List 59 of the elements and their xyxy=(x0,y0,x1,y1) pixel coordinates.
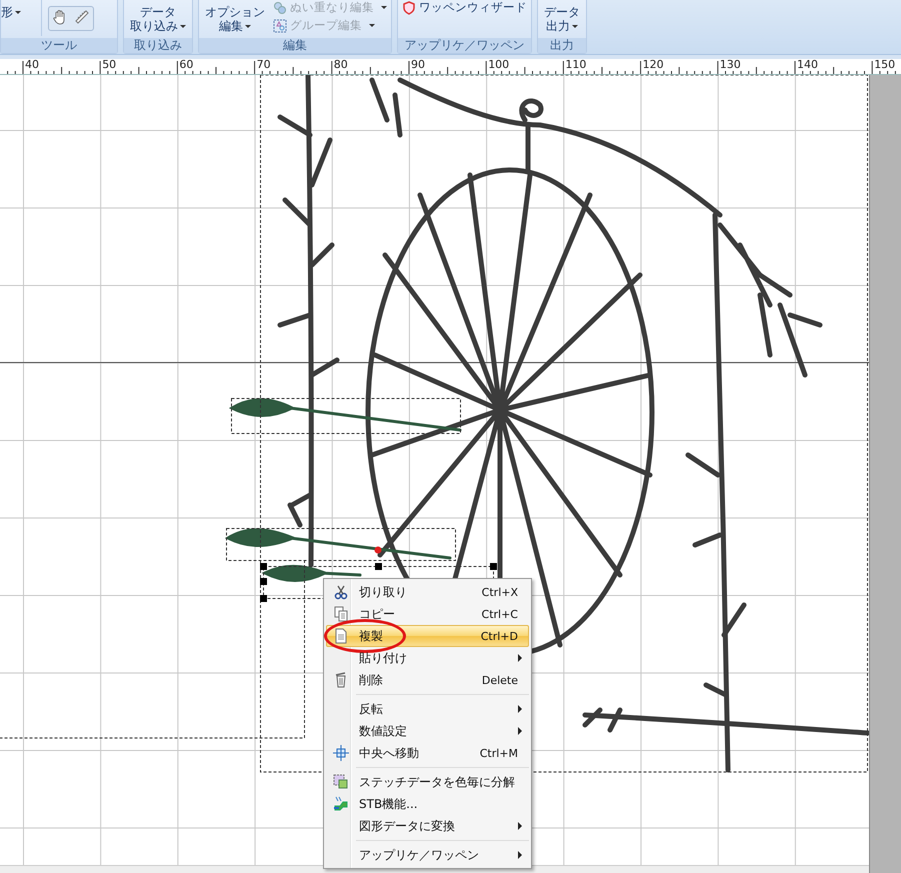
ruler-label: 50 xyxy=(102,59,116,71)
document-icon xyxy=(333,628,349,644)
center-icon xyxy=(333,745,349,761)
ribbon-button[interactable]: ワッペンウィザード xyxy=(402,0,527,15)
menu-item[interactable]: 貼り付け xyxy=(326,647,529,669)
submenu-arrow-icon xyxy=(518,654,522,662)
ruler-label: 130 xyxy=(720,59,741,71)
menu-item[interactable]: 中央へ移動 Ctrl+M xyxy=(326,742,529,764)
shortcut-label: Ctrl+C xyxy=(482,608,519,620)
menu-item[interactable]: 削除 Delete xyxy=(326,669,529,691)
caret-icon xyxy=(369,24,375,27)
ribbon-button[interactable]: 形 xyxy=(1,0,42,36)
copy-icon xyxy=(333,606,349,622)
menu-item[interactable]: 反転 xyxy=(326,698,529,720)
split-icon xyxy=(333,774,349,790)
stb-icon xyxy=(333,796,349,812)
ruler-label: 60 xyxy=(179,59,194,71)
menu-item[interactable]: ステッチデータを色毎に分解 xyxy=(326,771,529,793)
menu-item[interactable]: 複製 Ctrl+D xyxy=(326,625,529,647)
menu-item[interactable]: コピー Ctrl+C xyxy=(326,603,529,625)
caret-icon xyxy=(15,11,21,14)
ruler-label: 70 xyxy=(256,59,271,71)
shortcut-label: Delete xyxy=(482,674,519,686)
menu-item[interactable]: 切り取り Ctrl+X xyxy=(326,581,529,603)
submenu-arrow-icon xyxy=(518,705,522,713)
shortcut-label: Ctrl+X xyxy=(482,586,519,598)
caret-icon xyxy=(381,6,387,9)
ribbon-button[interactable]: オプション 編集 xyxy=(203,0,267,33)
group-label: 編集 xyxy=(199,38,391,53)
shortcut-label: Ctrl+M xyxy=(480,746,519,760)
menu-item[interactable]: アップリケ／ワッペン xyxy=(326,844,529,866)
group-label: 出力 xyxy=(538,38,586,53)
ruler-label: 90 xyxy=(411,59,425,71)
group-icon xyxy=(273,18,287,32)
ribbon-button[interactable]: データ 取り込み xyxy=(128,0,188,33)
submenu-arrow-icon xyxy=(518,727,522,735)
ruler-label: 80 xyxy=(334,59,348,71)
rotation-handle[interactable] xyxy=(374,546,382,554)
scissors-icon xyxy=(333,584,349,600)
caret-icon xyxy=(180,25,186,28)
shortcut-label: Ctrl+D xyxy=(480,630,519,642)
group-label: ツール xyxy=(1,38,117,53)
menu-item[interactable]: 図形データに変換 xyxy=(326,815,529,837)
ruler-label: 100 xyxy=(488,59,510,71)
ruler-label: 120 xyxy=(642,59,664,71)
shield-icon xyxy=(402,0,416,14)
group-label: アップリケ／ワッペン xyxy=(398,38,531,53)
menu-item[interactable]: STB機能... xyxy=(326,793,529,815)
ruler-label: 110 xyxy=(565,59,586,71)
group-label: 取り込み xyxy=(124,38,192,53)
ribbon-button[interactable]: データ 出力 xyxy=(542,0,582,33)
submenu-arrow-icon xyxy=(518,851,522,859)
submenu-arrow-icon xyxy=(518,822,522,830)
ruler-label: 150 xyxy=(874,59,896,71)
caret-icon xyxy=(245,25,251,28)
caret-icon xyxy=(572,25,578,28)
ruler-label: 40 xyxy=(25,59,39,71)
ruler-label: 140 xyxy=(797,59,818,71)
menu-item[interactable]: 数値設定 xyxy=(326,720,529,742)
